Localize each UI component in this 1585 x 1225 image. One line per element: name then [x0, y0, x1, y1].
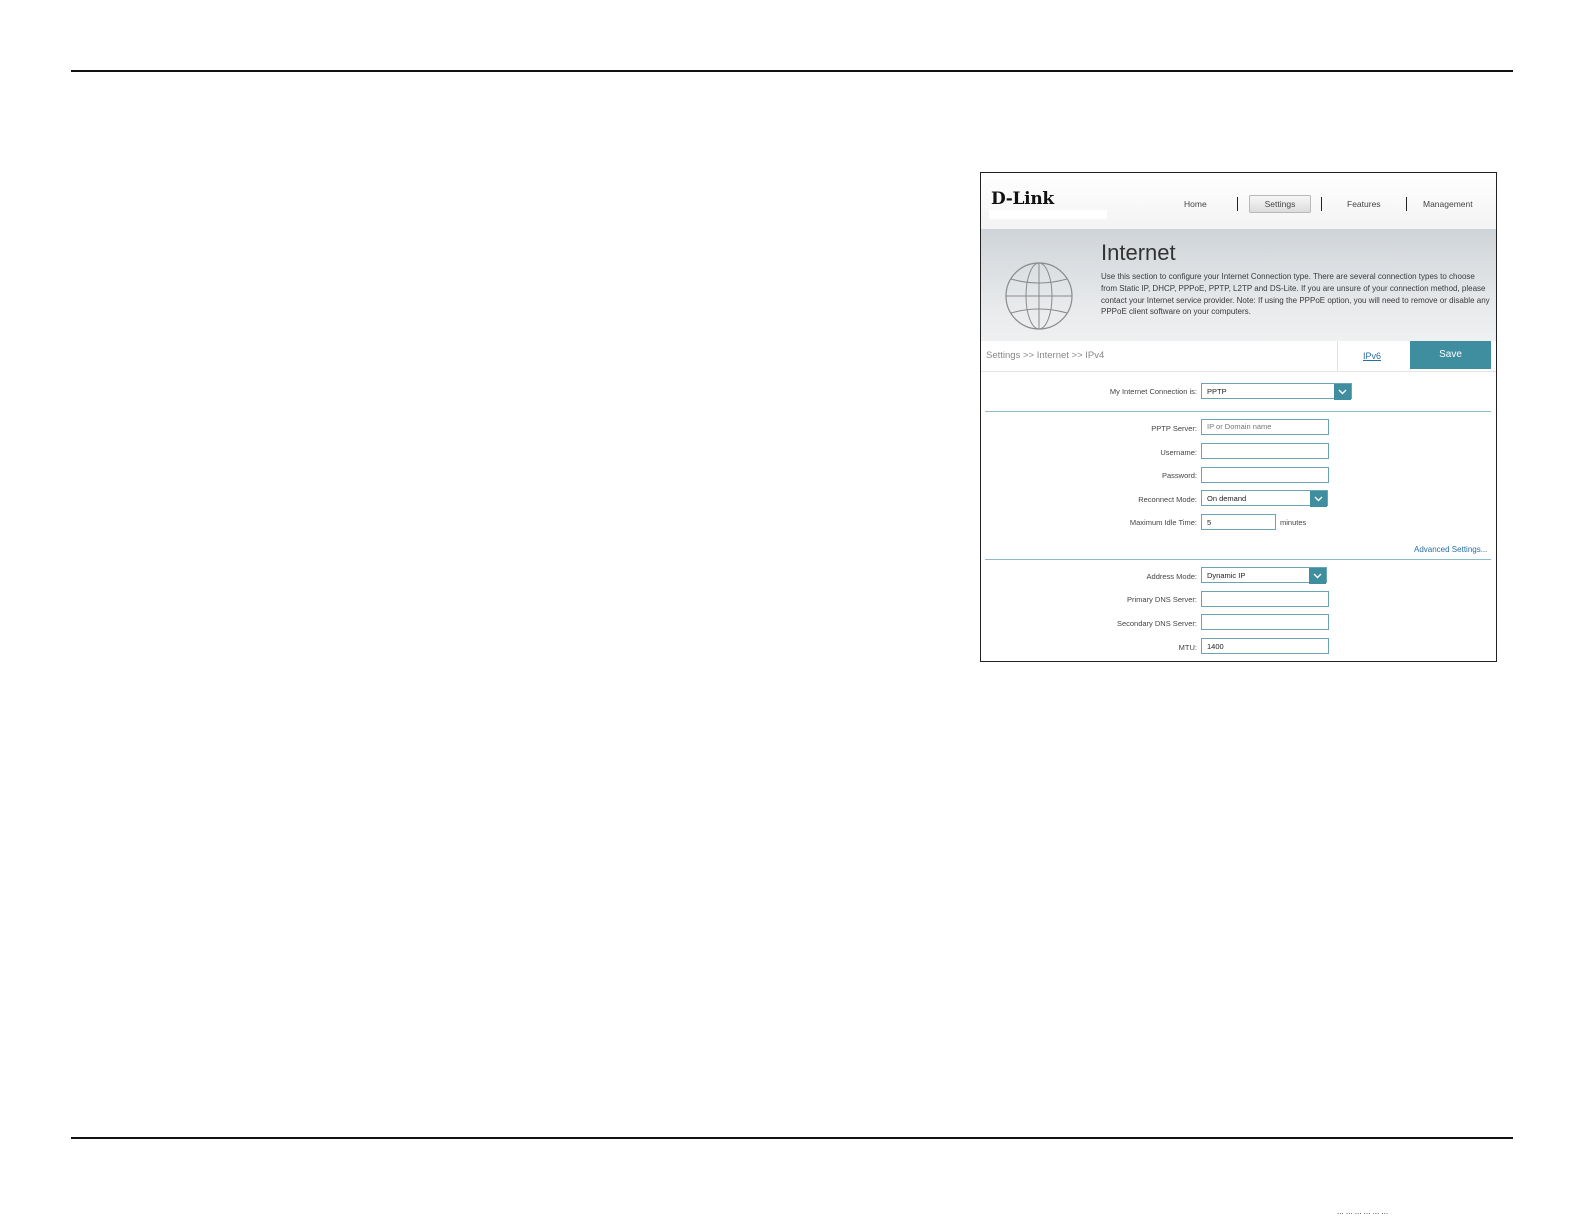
- top-navigation-bar: D-Link Home Settings Features Management: [981, 173, 1496, 229]
- page-header-banner: Internet Use this section to configure y…: [981, 229, 1496, 341]
- mtu-input[interactable]: 1400: [1201, 638, 1329, 654]
- address-mode-select[interactable]: Dynamic IP: [1201, 567, 1327, 584]
- chevron-down-icon: [1334, 384, 1351, 400]
- minutes-unit: minutes: [1280, 518, 1307, 527]
- nav-separator: [1237, 197, 1238, 211]
- secondary-dns-input[interactable]: [1201, 614, 1329, 630]
- router-ui-screenshot: D-Link Home Settings Features Management…: [980, 172, 1497, 662]
- nav-separator: [1321, 197, 1322, 211]
- ipv6-link[interactable]: IPv6: [1363, 351, 1381, 361]
- username-input[interactable]: [1201, 443, 1329, 459]
- mtu-label: MTU:: [1178, 643, 1197, 652]
- nav-features[interactable]: Features: [1347, 199, 1381, 209]
- primary-dns-input[interactable]: [1201, 591, 1329, 607]
- page-footer: ... ... ... ... ... ...: [1337, 1207, 1389, 1216]
- reconnect-mode-select[interactable]: On demand: [1201, 490, 1328, 507]
- page-title: Internet: [1101, 240, 1176, 265]
- nav-settings[interactable]: Settings: [1249, 195, 1311, 213]
- section-divider: [985, 411, 1491, 412]
- secondary-dns-label: Secondary DNS Server:: [1116, 619, 1197, 628]
- connection-type-label: My Internet Connection is:: [1109, 387, 1197, 396]
- chevron-down-icon: [1310, 491, 1327, 507]
- dlink-logo: D-Link: [991, 189, 1054, 209]
- nav-management[interactable]: Management: [1423, 199, 1473, 209]
- section-divider: [985, 559, 1491, 560]
- nav-separator: [1406, 197, 1407, 211]
- max-idle-time-label: Maximum Idle Time:: [1129, 518, 1197, 527]
- address-mode-value: Dynamic IP: [1207, 571, 1246, 580]
- password-input[interactable]: [1201, 467, 1329, 483]
- primary-dns-label: Primary DNS Server:: [1126, 595, 1197, 604]
- top-rule: [71, 70, 1513, 72]
- reconnect-mode-value: On demand: [1207, 494, 1247, 503]
- breadcrumb: Settings >> Internet >> IPv4: [986, 350, 1105, 361]
- bottom-rule: [71, 1137, 1513, 1139]
- reconnect-mode-label: Reconnect Mode:: [1138, 495, 1197, 504]
- password-label: Password:: [1161, 471, 1197, 480]
- username-label: Username:: [1160, 448, 1197, 457]
- globe-icon: [1005, 262, 1073, 330]
- save-button[interactable]: Save: [1410, 341, 1491, 369]
- advanced-settings-link[interactable]: Advanced Settings...: [1414, 545, 1487, 554]
- address-mode-label: Address Mode:: [1146, 572, 1197, 581]
- page-description: Use this section to configure your Inter…: [1101, 272, 1490, 317]
- connection-type-value: PPTP: [1207, 387, 1227, 396]
- pptp-server-input[interactable]: [1201, 419, 1329, 435]
- max-idle-time-input[interactable]: 5: [1201, 514, 1276, 530]
- chevron-down-icon: [1309, 568, 1326, 584]
- breadcrumb-bar: Settings >> Internet >> IPv4 IPv6 Save: [981, 341, 1496, 372]
- pptp-server-label: PPTP Server:: [1151, 424, 1197, 433]
- connection-type-select[interactable]: PPTP: [1201, 383, 1352, 400]
- logo-underline: [989, 210, 1107, 219]
- nav-home[interactable]: Home: [1184, 199, 1207, 209]
